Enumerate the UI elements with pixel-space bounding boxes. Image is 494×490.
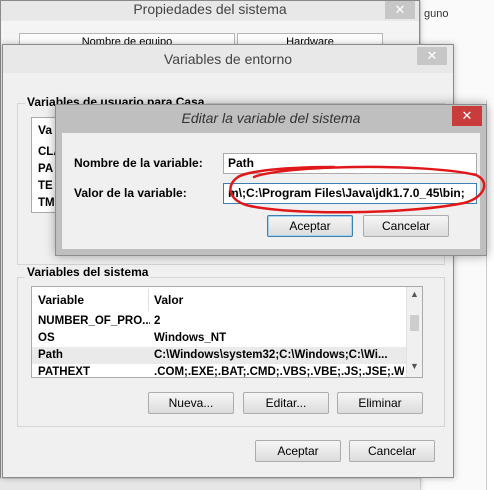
edit-dialog-cancel-button[interactable]: Cancelar: [363, 215, 449, 237]
scroll-up-icon[interactable]: ▲: [407, 289, 422, 303]
env-vars-ok-button[interactable]: Aceptar: [255, 440, 341, 462]
edit-dialog-close-button[interactable]: ✕: [452, 106, 482, 126]
edit-dialog-ok-button[interactable]: Aceptar: [267, 215, 353, 237]
column-value[interactable]: Valor: [154, 292, 404, 309]
edit-dialog-title: Editar la variable del sistema: [181, 110, 361, 126]
column-variable[interactable]: Variable: [38, 292, 150, 309]
header-divider: [148, 289, 149, 311]
env-vars-cancel-button[interactable]: Cancelar: [349, 440, 435, 462]
env-vars-title: Variables de entorno: [163, 51, 293, 67]
edit-dialog-titlebar: Editar la variable del sistema: [56, 105, 486, 131]
system-variables-list[interactable]: Variable Valor NUMBER_OF_PRO... 2 OS Win…: [31, 286, 423, 378]
system-variables-label: Variables del sistema: [25, 265, 151, 279]
edit-variable-button[interactable]: Editar...: [243, 392, 329, 414]
close-icon: ✕: [394, 2, 406, 17]
system-list-row-selected[interactable]: Path C:\Windows\system32;C:\Windows;C:\W…: [32, 347, 406, 364]
variable-value-label: Valor de la variable:: [74, 186, 187, 200]
system-list-row[interactable]: NUMBER_OF_PRO... 2: [32, 313, 406, 330]
system-properties-titlebar: Propiedades del sistema: [1, 1, 419, 21]
delete-variable-button[interactable]: Eliminar: [337, 392, 423, 414]
new-variable-button[interactable]: Nueva...: [148, 392, 234, 414]
red-annotation-ellipse: [229, 165, 486, 214]
system-list-scrollbar[interactable]: ▲ ▼: [406, 287, 422, 377]
scroll-down-icon[interactable]: ▼: [407, 361, 422, 375]
variable-name-label: Nombre de la variable:: [74, 156, 203, 170]
close-icon: ✕: [426, 48, 438, 63]
system-properties-close-button[interactable]: ✕: [385, 1, 415, 19]
background-partial-text: guno: [424, 8, 449, 20]
env-vars-titlebar: Variables de entorno: [3, 45, 453, 73]
close-icon: ✕: [461, 108, 473, 123]
system-list-row[interactable]: PATHEXT .COM;.EXE;.BAT;.CMD;.VBS;.VBE;.J…: [32, 364, 406, 377]
system-properties-title: Propiedades del sistema: [133, 1, 287, 17]
scrollbar-thumb[interactable]: [410, 315, 419, 331]
system-list-header: Variable Valor: [32, 292, 406, 309]
background-pane-border: [486, 100, 494, 490]
env-vars-close-button[interactable]: ✕: [417, 47, 447, 65]
system-properties-bottom-strip: [0, 478, 420, 490]
system-list-row[interactable]: OS Windows_NT: [32, 330, 406, 347]
